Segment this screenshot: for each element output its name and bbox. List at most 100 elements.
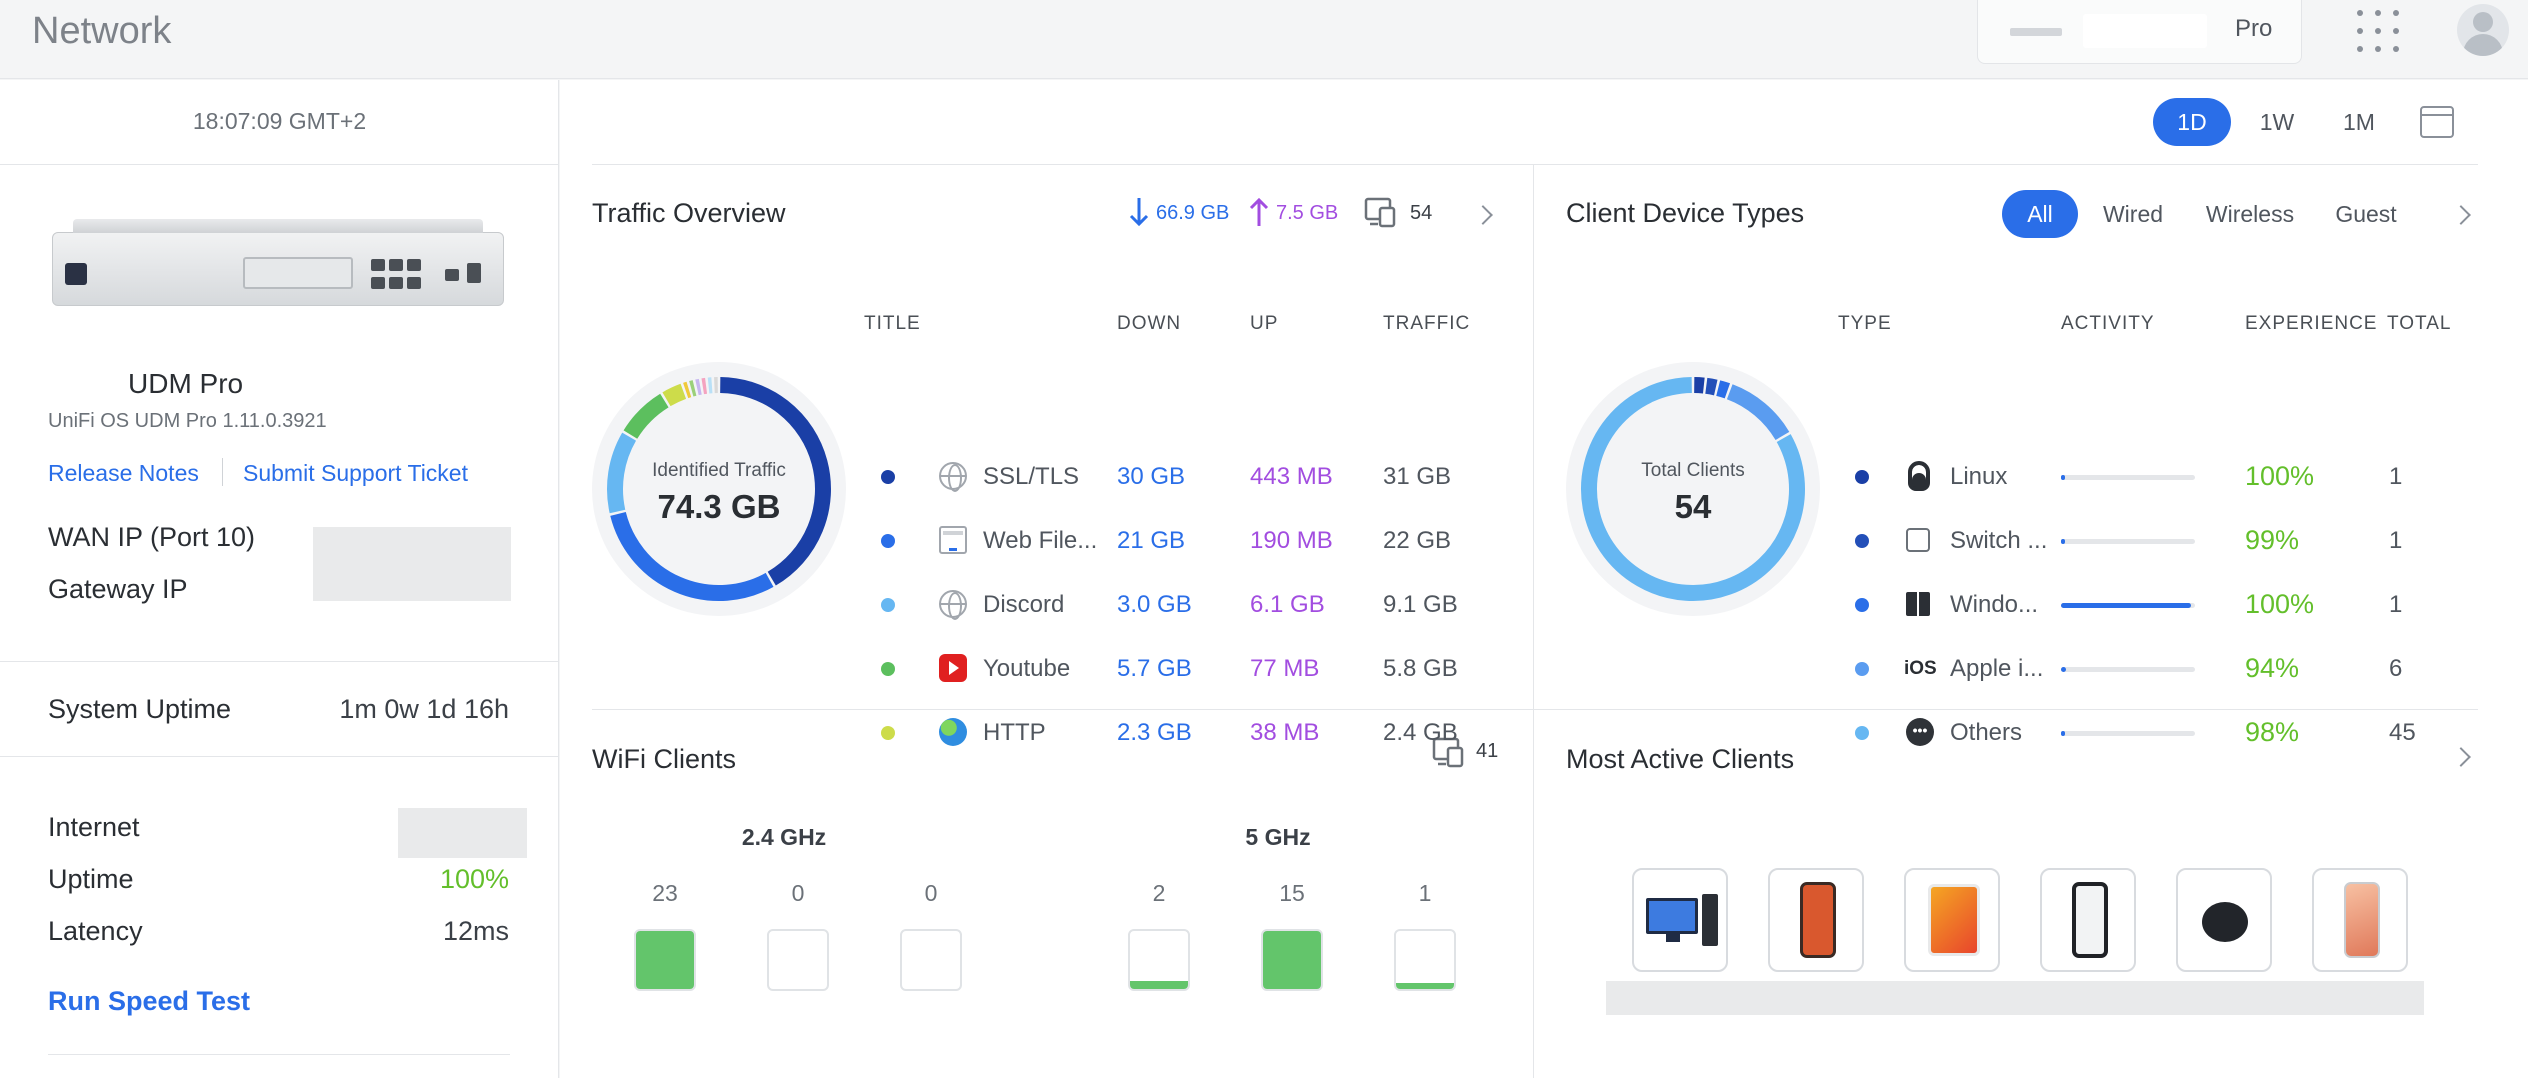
filter-all[interactable]: All: [2002, 190, 2078, 238]
traffic-segment: [623, 393, 669, 439]
phone-galaxy-icon[interactable]: [2312, 868, 2408, 972]
wifi-count: 0: [924, 880, 938, 906]
uptime-label: Uptime: [48, 864, 134, 894]
traffic-segment: [683, 381, 692, 399]
wifi-level-box: [1128, 929, 1190, 991]
device-sidebar: 18:07:09 GMT+2 UDM Pro UniFi OS UDM Pro …: [0, 80, 559, 1078]
donut-value: 74.3 GB: [657, 488, 781, 525]
devices-icon: [1364, 197, 1396, 228]
experience-value: 98%: [2245, 717, 2300, 747]
switch-icon: [1906, 528, 1930, 552]
clients-segment: [1694, 377, 1705, 394]
upload-arrow-icon: [1249, 197, 1269, 226]
latency-label: Latency: [48, 916, 143, 946]
device-type-name: Others: [1950, 719, 2023, 746]
period-1m[interactable]: 1M: [2326, 98, 2392, 146]
traffic-up: 77 MB: [1250, 655, 1320, 682]
donut-value: 54: [1674, 488, 1712, 525]
run-speed-test-button[interactable]: Run Speed Test: [48, 986, 250, 1017]
apps-grid-icon[interactable]: [2357, 10, 2399, 52]
link-divider: [222, 458, 223, 486]
user-avatar-icon[interactable]: [2457, 4, 2509, 56]
top-bar: Network Pro: [0, 0, 2528, 79]
traffic-segment: [695, 378, 702, 396]
divider: [0, 756, 559, 757]
desktop-icon[interactable]: [1632, 868, 1728, 972]
traffic-segment: [662, 383, 687, 407]
upload-total: 7.5 GB: [1276, 202, 1339, 224]
latency-value: 12ms: [442, 916, 509, 946]
current-time: 18:07:09 GMT+2: [192, 108, 367, 134]
phone-red-icon[interactable]: [1768, 868, 1864, 972]
tablet-icon[interactable]: [1904, 868, 2000, 972]
traffic-total: 2.4 GB: [1383, 719, 1458, 746]
device-selector[interactable]: Pro: [1977, 0, 2302, 64]
udm-pro-device-image: [52, 219, 504, 306]
period-1w[interactable]: 1W: [2244, 98, 2310, 146]
traffic-color-dot: [881, 534, 895, 548]
chevron-right-icon[interactable]: [2451, 747, 2471, 767]
total-value: 1: [2389, 463, 2403, 490]
activity-bar: [2061, 731, 2195, 736]
traffic-total: 22 GB: [1383, 527, 1452, 554]
windows-icon: [1906, 592, 1930, 616]
experience-value: 100%: [2245, 589, 2315, 619]
device-type-name: Apple i...: [1950, 655, 2044, 682]
wifi-count: 1: [1418, 880, 1432, 906]
wifi-level-fill: [1130, 981, 1188, 989]
filter-wireless[interactable]: Wireless: [2192, 190, 2308, 238]
chromecast-icon[interactable]: [2176, 868, 2272, 972]
wifi-level-box: [634, 929, 696, 991]
activity-bar: [2061, 667, 2195, 672]
release-notes-link[interactable]: Release Notes: [48, 460, 199, 487]
wifi-count: 15: [1279, 880, 1305, 906]
download-total: 66.9 GB: [1156, 202, 1230, 224]
traffic-up: 190 MB: [1250, 527, 1333, 554]
period-1d[interactable]: 1D: [2153, 98, 2231, 146]
phone-black-icon[interactable]: [2040, 868, 2136, 972]
filter-guest[interactable]: Guest: [2318, 190, 2414, 238]
wifi-level-box: [1261, 929, 1323, 991]
col-type: TYPE: [1838, 313, 1892, 334]
filter-wired[interactable]: Wired: [2088, 190, 2178, 238]
type-color-dot: [1855, 726, 1869, 740]
device-name: UDM Pro: [128, 368, 244, 399]
col-title: TITLE: [864, 313, 921, 334]
traffic-down: 3.0 GB: [1117, 591, 1192, 618]
chevron-right-icon[interactable]: [1473, 205, 1493, 225]
divider: [0, 164, 559, 165]
col-experience: EXPERIENCE: [2245, 313, 2378, 334]
activity-bar-fill: [2061, 475, 2065, 480]
chevron-right-icon[interactable]: [2451, 205, 2471, 225]
clients-segment: [1705, 377, 1718, 396]
globe-icon: [939, 590, 967, 620]
activity-bar-fill: [2061, 603, 2191, 608]
activity-bar: [2061, 603, 2195, 608]
col-activity: ACTIVITY: [2061, 313, 2155, 334]
uptime-value: 100%: [439, 864, 509, 894]
isp-redacted: [398, 808, 527, 858]
client-names-redacted: [1606, 981, 2424, 1015]
activity-bar-fill: [2061, 667, 2066, 672]
traffic-down: 2.3 GB: [1117, 719, 1192, 746]
ip-values-redacted: [313, 527, 511, 601]
device-icon: [2010, 28, 2062, 36]
wifi-level-box: [767, 929, 829, 991]
traffic-app-name: SSL/TLS: [983, 463, 1080, 490]
traffic-total: 9.1 GB: [1383, 591, 1458, 618]
wifi-level-fill: [636, 931, 694, 989]
download-arrow-icon: [1129, 198, 1149, 227]
gateway-ip-label: Gateway IP: [48, 574, 188, 604]
col-down: DOWN: [1117, 313, 1182, 334]
band-label: 2.4 GHz: [741, 824, 827, 850]
traffic-down: 21 GB: [1117, 527, 1186, 554]
support-ticket-link[interactable]: Submit Support Ticket: [243, 460, 468, 487]
system-uptime-value: 1m 0w 1d 16h: [339, 694, 509, 724]
internet-label: Internet: [48, 812, 140, 842]
total-value: 1: [2389, 591, 2403, 618]
donut-label: Identified Traffic: [652, 460, 786, 481]
donut-label: Total Clients: [1641, 460, 1745, 481]
calendar-icon[interactable]: [2420, 106, 2454, 138]
traffic-overview-title: Traffic Overview: [592, 198, 786, 228]
divider: [592, 709, 2478, 710]
